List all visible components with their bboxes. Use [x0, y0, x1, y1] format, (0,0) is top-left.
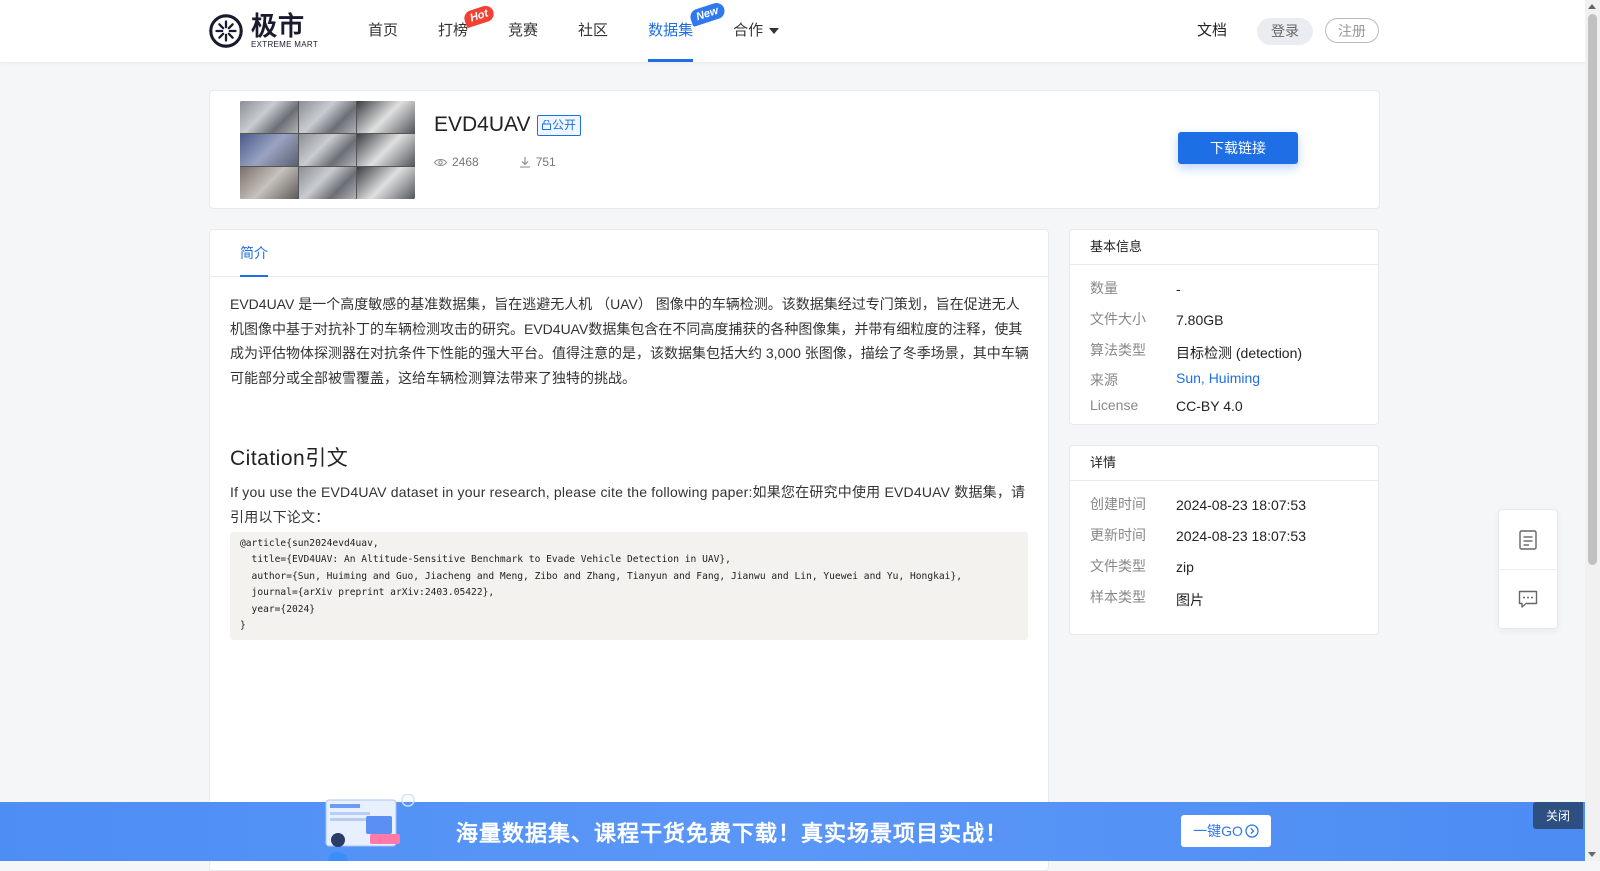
info-value: CC-BY 4.0 — [1176, 398, 1243, 414]
nav-cooperation-label: 合作 — [733, 22, 764, 39]
info-value: 目标检测 (detection) — [1176, 345, 1303, 361]
main-nav: 首页 打榜 Hot 竞赛 社区 数据集 New 合作 — [368, 0, 819, 62]
scroll-up-arrow-icon[interactable] — [1588, 4, 1596, 9]
float-chat-button[interactable] — [1499, 569, 1557, 629]
promo-banner: 海量数据集、课程干货免费下载！真实场景项目实战！ 一键GO 关闭 — [0, 794, 1585, 861]
downloads-count: 751 — [535, 155, 556, 169]
nav-leaderboard[interactable]: 打榜 Hot — [438, 0, 497, 62]
lock-open-icon — [542, 119, 551, 130]
bibtex-block: @article{sun2024evd4uav, title={EVD4UAV:… — [230, 532, 1028, 641]
info-label: 算法类型 — [1090, 342, 1146, 358]
logo-cn: 极市 — [251, 11, 306, 41]
public-tag-label: 公开 — [552, 118, 577, 132]
info-row-license: License CC-BY 4.0 — [1090, 397, 1243, 414]
login-button[interactable]: 登录 — [1257, 18, 1313, 45]
info-label: 样本类型 — [1090, 589, 1146, 605]
info-value: 2024-08-23 18:07:53 — [1176, 528, 1306, 544]
nav-datasets[interactable]: 数据集 New — [648, 0, 727, 62]
logo-mark-icon — [209, 14, 243, 48]
info-label: 数量 — [1090, 280, 1118, 296]
arrow-circle-icon — [1245, 824, 1259, 838]
chat-icon — [1518, 590, 1538, 608]
go-button[interactable]: 一键GO — [1181, 815, 1271, 847]
hot-badge: Hot — [462, 3, 497, 29]
nav-community[interactable]: 社区 — [578, 0, 608, 62]
floating-toolbar — [1498, 509, 1558, 629]
info-row-source: 来源 Sun, Huiming — [1090, 370, 1260, 390]
dataset-card: EVD4UAV 公开 2468 751 下载链接 — [209, 90, 1380, 209]
views-stat: 2468 — [434, 155, 499, 169]
scroll-thumb[interactable] — [1588, 14, 1597, 565]
docs-link[interactable]: 文档 — [1197, 0, 1227, 62]
dataset-thumbnail — [240, 101, 415, 199]
info-value: 7.80GB — [1176, 312, 1224, 328]
go-button-label: 一键GO — [1193, 823, 1243, 839]
citation-text: If you use the EVD4UAV dataset in your r… — [230, 484, 1026, 525]
eye-icon — [434, 158, 447, 166]
source-link[interactable]: Sun, Huiming — [1176, 370, 1260, 390]
info-label: 文件类型 — [1090, 558, 1146, 574]
document-icon — [1519, 529, 1537, 550]
float-doc-button[interactable] — [1499, 510, 1557, 569]
info-value: 2024-08-23 18:07:53 — [1176, 497, 1306, 513]
downloads-stat: 751 — [519, 155, 576, 169]
main-panel: 简介 EVD4UAV 是一个高度敏感的基准数据集，旨在逃避无人机 （UAV） 图… — [209, 229, 1049, 871]
info-label: License — [1090, 397, 1139, 413]
site-logo[interactable]: 极市 EXTREME MART — [207, 12, 318, 50]
info-row-algorithm: 算法类型 目标检测 (detection) — [1090, 340, 1302, 363]
nav-leaderboard-label: 打榜 — [438, 22, 469, 39]
new-badge: New — [688, 1, 727, 27]
caret-down-icon — [769, 28, 780, 35]
detail-row-sampletype: 样本类型 图片 — [1090, 587, 1204, 610]
tab-intro[interactable]: 简介 — [240, 230, 268, 277]
top-header: 极市 EXTREME MART 首页 打榜 Hot 竞赛 社区 数据集 New … — [0, 0, 1585, 62]
info-label: 创建时间 — [1090, 496, 1146, 512]
details-title: 详情 — [1070, 446, 1378, 481]
detail-row-created: 创建时间 2024-08-23 18:07:53 — [1090, 494, 1306, 514]
tab-bar: 简介 — [210, 230, 1048, 277]
public-tag: 公开 — [537, 115, 582, 136]
views-count: 2468 — [452, 155, 479, 169]
basic-info-title: 基本信息 — [1070, 230, 1378, 265]
close-banner-button[interactable]: 关闭 — [1533, 802, 1583, 829]
intro-text: EVD4UAV 是一个高度敏感的基准数据集，旨在逃避无人机 （UAV） 图像中的… — [230, 296, 1029, 386]
info-label: 更新时间 — [1090, 527, 1146, 543]
download-link-button[interactable]: 下载链接 — [1178, 132, 1298, 164]
details-card: 详情 创建时间 2024-08-23 18:07:53 更新时间 2024-08… — [1069, 445, 1379, 635]
info-label: 来源 — [1090, 372, 1118, 388]
info-row-count: 数量 - — [1090, 278, 1181, 298]
register-button[interactable]: 注册 — [1325, 18, 1379, 43]
nav-community-label: 社区 — [578, 22, 609, 39]
citation-heading: Citation引文 — [230, 447, 349, 470]
info-value: 图片 — [1176, 592, 1204, 608]
info-value: zip — [1176, 559, 1194, 575]
detail-row-filetype: 文件类型 zip — [1090, 556, 1194, 576]
page-scrollbar[interactable] — [1585, 0, 1600, 861]
banner-text: 海量数据集、课程干货免费下载！真实场景项目实战！ — [456, 821, 1009, 846]
basic-info-card: 基本信息 数量 - 文件大小 7.80GB 算法类型 目标检测 (detecti… — [1069, 229, 1379, 425]
info-label: 文件大小 — [1090, 311, 1146, 327]
nav-datasets-label: 数据集 — [648, 22, 694, 39]
nav-competition-label: 竞赛 — [508, 22, 539, 39]
scroll-down-arrow-icon[interactable] — [1588, 852, 1596, 857]
nav-home-label: 首页 — [368, 22, 399, 39]
logo-en: EXTREME MART — [251, 40, 319, 49]
detail-row-updated: 更新时间 2024-08-23 18:07:53 — [1090, 525, 1306, 545]
download-icon — [519, 157, 530, 168]
logo-text: 极市 EXTREME MART — [251, 13, 318, 49]
dataset-stats: 2468 751 — [434, 155, 596, 169]
info-row-size: 文件大小 7.80GB — [1090, 309, 1223, 329]
info-value: - — [1176, 281, 1181, 297]
nav-competition[interactable]: 竞赛 — [508, 0, 538, 62]
banner-illustration-icon — [325, 794, 415, 861]
nav-cooperation[interactable]: 合作 — [733, 0, 780, 62]
dataset-title: EVD4UAV — [434, 113, 531, 136]
nav-home[interactable]: 首页 — [368, 0, 398, 62]
